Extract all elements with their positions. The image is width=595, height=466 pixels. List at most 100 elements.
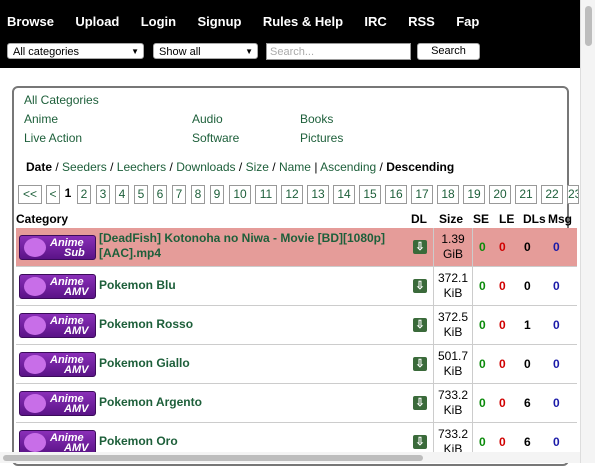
messages-count[interactable]: 0 [553,240,560,254]
size-cell: 733.2 KiB [433,384,473,422]
page-link[interactable]: 17 [411,185,433,204]
header-msg[interactable]: Msg [548,212,572,226]
page-prev-button[interactable]: < [46,185,60,204]
category-badge[interactable]: Anime AMV [19,274,96,299]
messages-count[interactable]: 0 [553,357,560,371]
size-unit: KiB [443,286,463,300]
page-link[interactable]: 2 [77,185,91,204]
badge-label-bottom: AMV [64,286,89,298]
page-link[interactable]: 20 [489,185,511,204]
page-link[interactable]: 18 [437,185,459,204]
category-software-link[interactable]: Software [192,131,239,145]
page-link[interactable]: 15 [359,185,381,204]
page-link[interactable]: 22 [541,185,563,204]
download-arrow-icon[interactable]: ⇩ [413,279,427,293]
messages-count[interactable]: 0 [553,396,560,410]
sort-leechers[interactable]: Leechers [117,160,166,174]
search-button[interactable]: Search [417,43,480,60]
page-link[interactable]: 14 [333,185,355,204]
download-arrow-icon[interactable]: ⇩ [413,318,427,332]
category-select[interactable]: All categories ▼ [7,43,144,59]
messages-count[interactable]: 0 [553,318,560,332]
nav-upload[interactable]: Upload [75,14,119,29]
page-link[interactable]: 19 [463,185,485,204]
page-link[interactable]: 13 [307,185,329,204]
sort-descending[interactable]: Descending [386,160,454,174]
sort-seeders[interactable]: Seeders [62,160,107,174]
page-link[interactable]: 7 [172,185,186,204]
page-first-button[interactable]: << [18,185,42,204]
horizontal-scroll-thumb[interactable] [3,455,423,461]
page-link[interactable]: 8 [191,185,205,204]
category-badge[interactable]: Anime AMV [19,352,96,377]
sort-separator: / [272,160,276,174]
torrent-name-link[interactable]: Pokemon Argento [99,395,202,409]
sort-downloads[interactable]: Downloads [176,160,235,174]
size-value: 1.39 [441,232,465,246]
leechers-count: 0 [499,435,506,449]
seeders-count: 0 [479,279,486,293]
category-anime-link[interactable]: Anime [24,112,58,126]
messages-count[interactable]: 0 [553,435,560,449]
downloads-count: 1 [524,318,531,332]
page-link[interactable]: 6 [153,185,167,204]
category-pictures-link[interactable]: Pictures [300,131,343,145]
category-all-link[interactable]: All Categories [24,93,99,107]
header-dls[interactable]: DLs [523,212,546,226]
torrent-name-link[interactable]: Pokemon Blu [99,278,176,292]
header-le[interactable]: LE [499,212,514,226]
size-value: 733.2 [437,388,469,402]
download-arrow-icon[interactable]: ⇩ [413,240,427,254]
category-live-action-link[interactable]: Live Action [24,131,82,145]
badge-label-bottom: Sub [64,247,85,259]
sort-size[interactable]: Size [246,160,269,174]
page-link[interactable]: 23 [567,185,579,204]
nav-signup[interactable]: Signup [197,14,241,29]
page-link[interactable]: 4 [115,185,129,204]
header-dl: DL [411,212,427,226]
sort-ascending[interactable]: Ascending [320,160,376,174]
vertical-scrollbar[interactable] [580,0,595,463]
page-link[interactable]: 9 [210,185,224,204]
category-audio-link[interactable]: Audio [192,112,223,126]
page-link[interactable]: 16 [385,185,407,204]
seeders-count: 0 [479,318,486,332]
vertical-scroll-thumb[interactable] [585,6,592,46]
show-select[interactable]: Show all ▼ [153,43,258,59]
page-link[interactable]: 12 [281,185,303,204]
size-unit: GiB [442,247,463,261]
nav-rules-help[interactable]: Rules & Help [263,14,343,29]
page-link[interactable]: 10 [229,185,251,204]
category-badge[interactable]: Anime Sub [19,235,96,260]
category-books-link[interactable]: Books [300,112,333,126]
horizontal-scrollbar[interactable] [0,452,580,463]
page-link[interactable]: 21 [515,185,537,204]
page-link[interactable]: 11 [255,185,277,204]
sort-options: Date / Seeders / Leechers / Downloads / … [26,160,454,174]
download-arrow-icon[interactable]: ⇩ [413,357,427,371]
page-link[interactable]: 3 [96,185,110,204]
seeders-count: 0 [479,240,486,254]
messages-count[interactable]: 0 [553,279,560,293]
nav-irc[interactable]: IRC [364,14,386,29]
sort-separator: / [238,160,243,174]
torrent-name-link[interactable]: [DeadFish] Kotonoha no Niwa - Movie [BD]… [99,231,419,261]
header-size[interactable]: Size [439,212,463,226]
torrent-name-link[interactable]: Pokemon Rosso [99,317,193,331]
download-arrow-icon[interactable]: ⇩ [413,435,427,449]
nav-rss[interactable]: RSS [408,14,435,29]
category-badge[interactable]: Anime AMV [19,391,96,416]
download-arrow-icon[interactable]: ⇩ [413,396,427,410]
header-category[interactable]: Category [16,212,68,226]
page-link[interactable]: 5 [134,185,148,204]
torrent-name-link[interactable]: Pokemon Oro [99,434,178,448]
torrent-name-link[interactable]: Pokemon Giallo [99,356,190,370]
category-badge[interactable]: Anime AMV [19,313,96,338]
search-input[interactable] [266,43,411,60]
nav-browse[interactable]: Browse [7,14,54,29]
nav-fap[interactable]: Fap [456,14,479,29]
sort-date[interactable]: Date [26,160,52,174]
nav-login[interactable]: Login [141,14,176,29]
sort-name[interactable]: Name [279,160,311,174]
header-se[interactable]: SE [473,212,489,226]
